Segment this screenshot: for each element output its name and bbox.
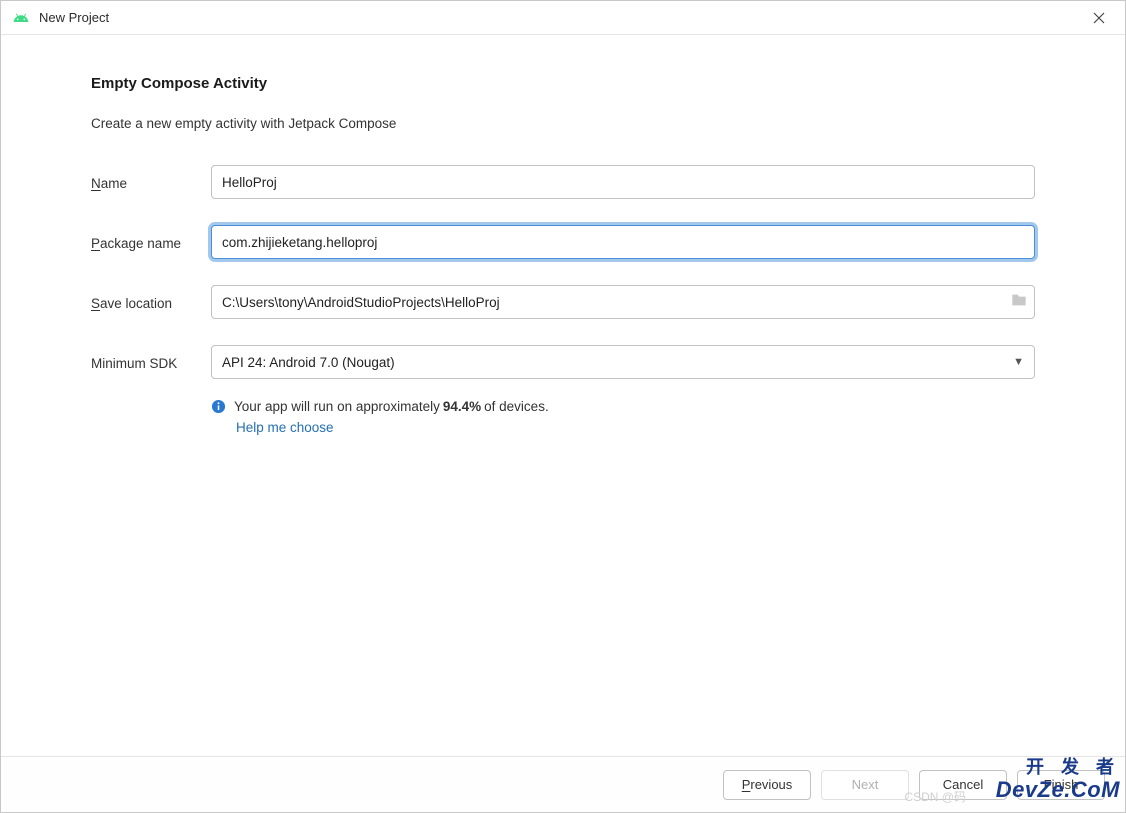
row-package: Package name bbox=[91, 225, 1035, 259]
minimum-sdk-select[interactable]: API 24: Android 7.0 (Nougat) ▼ bbox=[211, 345, 1035, 379]
close-icon bbox=[1093, 12, 1105, 24]
titlebar: New Project bbox=[1, 1, 1125, 35]
dialog-window: New Project Empty Compose Activity Creat… bbox=[0, 0, 1126, 813]
close-button[interactable] bbox=[1083, 4, 1115, 32]
sdk-info-text: Your app will run on approximately 94.4%… bbox=[211, 399, 1035, 414]
next-button: Next bbox=[821, 770, 909, 800]
previous-button[interactable]: Previous bbox=[723, 770, 811, 800]
save-location-input[interactable] bbox=[211, 285, 1035, 319]
row-name: Name bbox=[91, 165, 1035, 199]
folder-icon bbox=[1011, 293, 1027, 307]
page-heading: Empty Compose Activity bbox=[91, 75, 1035, 92]
page-subheading: Create a new empty activity with Jetpack… bbox=[91, 116, 1035, 131]
row-save-location: Save location bbox=[91, 285, 1035, 319]
label-package: Package name bbox=[91, 234, 211, 251]
package-input[interactable] bbox=[211, 225, 1035, 259]
info-icon bbox=[211, 399, 226, 414]
button-bar: Previous Next Cancel Finish bbox=[1, 756, 1125, 812]
label-minimum-sdk: Minimum SDK bbox=[91, 354, 211, 371]
content-area: Empty Compose Activity Create a new empt… bbox=[1, 35, 1125, 756]
android-icon bbox=[13, 10, 29, 26]
sdk-info-block: Your app will run on approximately 94.4%… bbox=[211, 399, 1035, 435]
name-input[interactable] bbox=[211, 165, 1035, 199]
finish-button[interactable]: Finish bbox=[1017, 770, 1105, 800]
window-title: New Project bbox=[39, 10, 1083, 25]
cancel-button[interactable]: Cancel bbox=[919, 770, 1007, 800]
browse-folder-button[interactable] bbox=[1011, 293, 1027, 311]
row-minimum-sdk: Minimum SDK API 24: Android 7.0 (Nougat)… bbox=[91, 345, 1035, 379]
minimum-sdk-value: API 24: Android 7.0 (Nougat) bbox=[222, 355, 395, 370]
label-name: Name bbox=[91, 174, 211, 191]
help-me-choose-link[interactable]: Help me choose bbox=[236, 420, 1035, 435]
label-save-location: Save location bbox=[91, 294, 211, 311]
chevron-down-icon: ▼ bbox=[1013, 356, 1024, 368]
